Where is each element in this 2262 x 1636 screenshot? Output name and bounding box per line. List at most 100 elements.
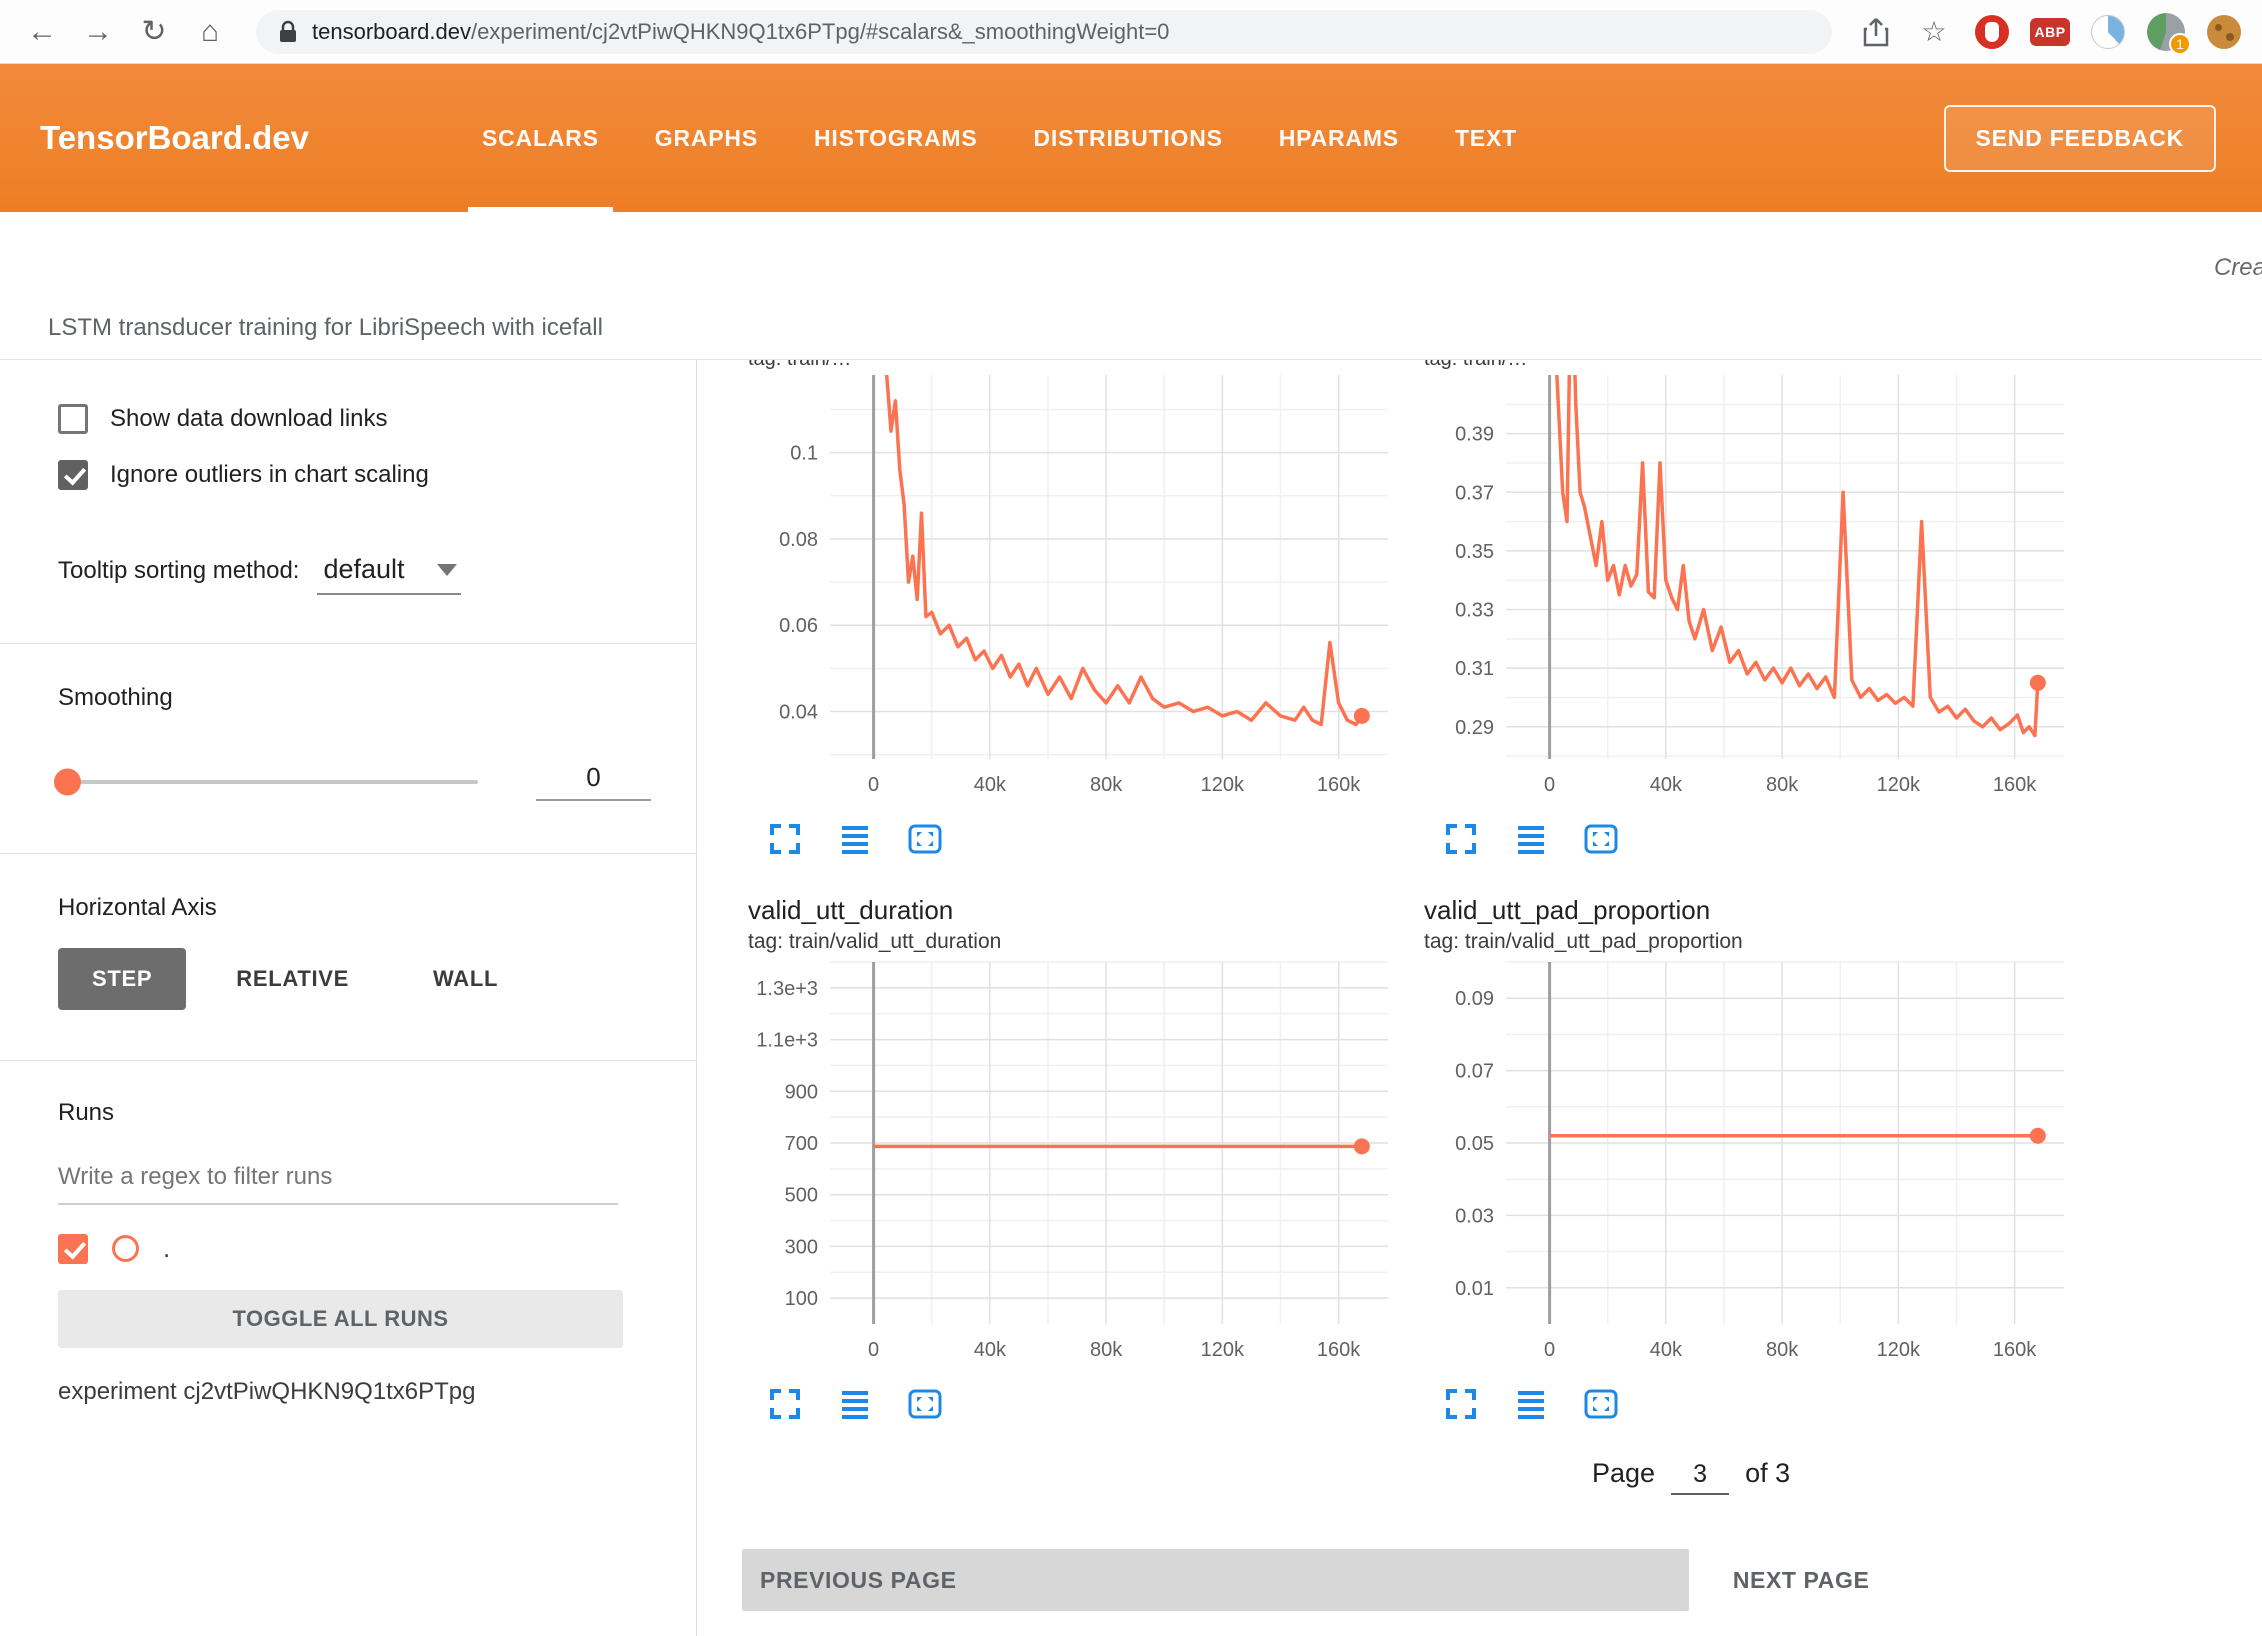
ignore-outliers-checkbox[interactable] — [58, 460, 88, 490]
chart-card-3: valid_utt_duration tag: train/valid_utt_… — [742, 891, 1402, 1430]
horizontal-axis-label: Horizontal Axis — [58, 894, 696, 922]
chart-title: valid_utt_pad_proportion — [1424, 895, 2078, 926]
next-page-button[interactable]: NEXT PAGE — [1719, 1549, 2262, 1611]
chart-actions-2 — [1442, 813, 2078, 865]
horizontal-lines-icon[interactable] — [1512, 820, 1550, 858]
back-button[interactable]: ← — [14, 8, 70, 56]
pie-extension-icon[interactable] — [2084, 8, 2132, 56]
svg-text:0: 0 — [868, 774, 879, 796]
run-row[interactable]: . — [58, 1233, 696, 1264]
fullscreen-icon[interactable] — [766, 1385, 804, 1423]
smoothing-label: Smoothing — [58, 684, 696, 712]
horizontal-lines-icon[interactable] — [836, 1385, 874, 1423]
tooltip-sorting-value: default — [323, 554, 404, 584]
run-checkbox[interactable] — [58, 1234, 88, 1264]
fit-domain-icon[interactable] — [906, 820, 944, 858]
svg-text:500: 500 — [785, 1185, 818, 1207]
fullscreen-icon[interactable] — [1442, 820, 1480, 858]
previous-page-button[interactable]: PREVIOUS PAGE — [742, 1549, 1689, 1611]
app-logo: TensorBoard.dev — [40, 64, 390, 212]
svg-text:900: 900 — [785, 1081, 818, 1103]
smoothing-slider[interactable] — [58, 780, 478, 784]
chart-actions-4 — [1442, 1378, 2078, 1430]
charts-grid: tag: train/… 040k80k120k160k0.040.060.08… — [698, 360, 2262, 1430]
tab-text[interactable]: TEXT — [1427, 64, 1545, 212]
svg-text:120k: 120k — [1877, 774, 1921, 796]
svg-text:80k: 80k — [1090, 1339, 1123, 1361]
svg-text:0.09: 0.09 — [1455, 988, 1494, 1010]
fit-domain-icon[interactable] — [1582, 1385, 1620, 1423]
fit-domain-icon[interactable] — [906, 1385, 944, 1423]
profile-avatar[interactable]: 1 — [2142, 8, 2190, 56]
cookie-icon[interactable] — [2200, 8, 2248, 56]
svg-text:0.06: 0.06 — [779, 615, 818, 637]
svg-text:120k: 120k — [1201, 1339, 1245, 1361]
chart-actions-3 — [766, 1378, 1402, 1430]
axis-wall-button[interactable]: WALL — [399, 948, 532, 1010]
svg-text:0.33: 0.33 — [1455, 600, 1494, 622]
lock-icon — [278, 20, 298, 44]
tooltip-sorting-row: Tooltip sorting method: default — [58, 554, 696, 595]
url-path: /experiment/cj2vtPiwQHKN9Q1tx6PTpg/#scal… — [471, 19, 1169, 45]
scalar-chart-1[interactable]: 040k80k120k160k0.040.060.080.1 — [742, 373, 1402, 805]
svg-text:0.37: 0.37 — [1455, 482, 1494, 504]
smoothing-value-input[interactable] — [536, 762, 651, 801]
show-download-checkbox[interactable] — [58, 404, 88, 434]
charts-main: tag: train/… 040k80k120k160k0.040.060.08… — [698, 360, 2262, 1636]
share-icon[interactable] — [1852, 8, 1900, 56]
runs-filter-input[interactable] — [58, 1157, 618, 1205]
tooltip-sorting-label: Tooltip sorting method: — [58, 557, 299, 585]
tab-hparams[interactable]: HPARAMS — [1251, 64, 1427, 212]
created-text-clipped: Crea — [2214, 254, 2262, 282]
toggle-all-runs-button[interactable]: TOGGLE ALL RUNS — [58, 1290, 623, 1348]
address-bar[interactable]: tensorboard.dev /experiment/cj2vtPiwQHKN… — [256, 10, 1832, 54]
forward-button[interactable]: → — [70, 8, 126, 56]
horizontal-lines-icon[interactable] — [1512, 1385, 1550, 1423]
runs-label: Runs — [58, 1099, 696, 1127]
svg-text:160k: 160k — [1317, 1339, 1361, 1361]
chevron-down-icon — [437, 564, 457, 576]
svg-text:0.08: 0.08 — [779, 529, 818, 551]
chart-card-4: valid_utt_pad_proportion tag: train/vali… — [1418, 891, 2078, 1430]
tab-scalars[interactable]: SCALARS — [454, 64, 627, 212]
page-label: Page — [1592, 1458, 1655, 1489]
svg-text:120k: 120k — [1877, 1339, 1921, 1361]
browser-toolbar: ← → ↻ ⌂ tensorboard.dev /experiment/cj2v… — [0, 0, 2262, 64]
reload-button[interactable]: ↻ — [126, 8, 182, 56]
tab-graphs[interactable]: GRAPHS — [627, 64, 786, 212]
svg-text:80k: 80k — [1766, 774, 1799, 796]
svg-text:40k: 40k — [1650, 774, 1683, 796]
main-nav: SCALARS GRAPHS HISTOGRAMS DISTRIBUTIONS … — [454, 64, 1545, 212]
svg-text:700: 700 — [785, 1133, 818, 1155]
abp-extension-icon[interactable]: ABP — [2026, 8, 2074, 56]
fit-domain-icon[interactable] — [1582, 820, 1620, 858]
smoothing-slider-row — [58, 762, 696, 801]
pagination: Page of 3 — [1592, 1458, 2262, 1495]
tab-distributions[interactable]: DISTRIBUTIONS — [1005, 64, 1250, 212]
app-header: TensorBoard.dev SCALARS GRAPHS HISTOGRAM… — [0, 64, 2262, 212]
scalar-chart-4[interactable]: 040k80k120k160k0.010.030.050.070.09 — [1418, 960, 2078, 1370]
smoothing-slider-thumb[interactable] — [54, 768, 81, 795]
bookmark-star-icon[interactable]: ☆ — [1910, 8, 1958, 56]
svg-text:160k: 160k — [1993, 1339, 2037, 1361]
ignore-outliers-row[interactable]: Ignore outliers in chart scaling — [58, 460, 696, 490]
show-download-row[interactable]: Show data download links — [58, 404, 696, 434]
scalar-chart-3[interactable]: 040k80k120k160k1003005007009001.1e+31.3e… — [742, 960, 1402, 1370]
horizontal-lines-icon[interactable] — [836, 820, 874, 858]
send-feedback-button[interactable]: SEND FEEDBACK — [1944, 105, 2216, 172]
tooltip-sorting-select[interactable]: default — [317, 554, 460, 595]
tab-histograms[interactable]: HISTOGRAMS — [786, 64, 1005, 212]
fullscreen-icon[interactable] — [766, 820, 804, 858]
svg-text:120k: 120k — [1201, 774, 1245, 796]
cookie-glyph — [2207, 15, 2241, 49]
home-button[interactable]: ⌂ — [182, 8, 238, 56]
scalar-chart-2[interactable]: 040k80k120k160k0.290.310.330.350.370.39 — [1418, 373, 2078, 805]
fullscreen-icon[interactable] — [1442, 1385, 1480, 1423]
axis-step-button[interactable]: STEP — [58, 948, 186, 1010]
adblock-extension-icon[interactable] — [1968, 8, 2016, 56]
svg-text:40k: 40k — [1650, 1339, 1683, 1361]
svg-text:0.1: 0.1 — [790, 443, 818, 465]
page-number-input[interactable] — [1671, 1460, 1729, 1495]
ignore-outliers-label: Ignore outliers in chart scaling — [110, 461, 429, 489]
axis-relative-button[interactable]: RELATIVE — [202, 948, 383, 1010]
